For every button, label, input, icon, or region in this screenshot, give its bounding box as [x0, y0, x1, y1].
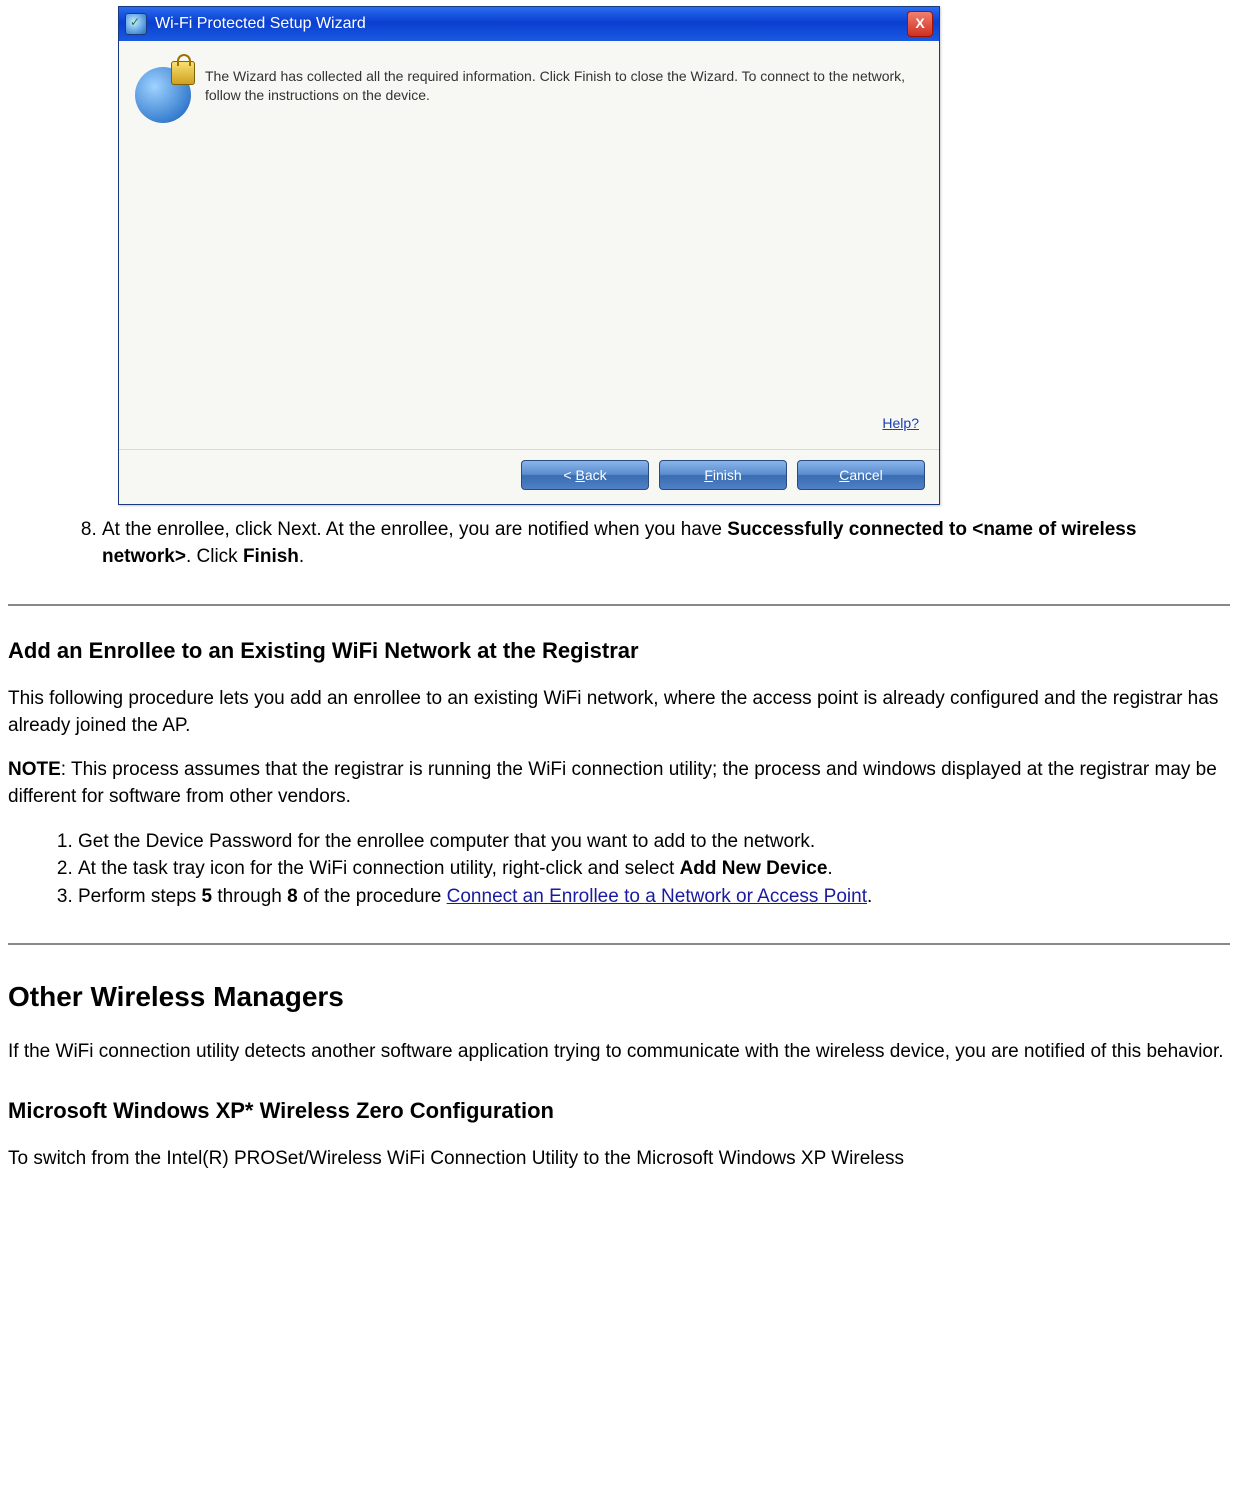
divider-2 [8, 943, 1230, 945]
enrollee-step-2: At the task tray icon for the WiFi conne… [78, 856, 1220, 882]
s3-bold-8: 8 [287, 886, 298, 907]
enrollee-step-3: Perform steps 5 through 8 of the procedu… [78, 884, 1220, 910]
wizard-title-icon [125, 13, 147, 35]
enrollee-step-1: Get the Device Password for the enrollee… [78, 829, 1220, 855]
note-label: NOTE [8, 759, 61, 780]
window-title: Wi-Fi Protected Setup Wizard [155, 15, 907, 33]
step-8: At the enrollee, click Next. At the enro… [102, 517, 1220, 570]
wizard-message: The Wizard has collected all the require… [205, 67, 923, 105]
s2-text-a: At the task tray icon for the WiFi conne… [78, 858, 680, 879]
wzc-heading: Microsoft Windows XP* Wireless Zero Conf… [8, 1098, 1230, 1124]
help-link[interactable]: Help? [882, 415, 919, 431]
note-text: : This process assumes that the registra… [8, 759, 1217, 807]
titlebar: Wi-Fi Protected Setup Wizard X [119, 7, 939, 41]
wizard-body: The Wizard has collected all the require… [119, 41, 939, 449]
divider-1 [8, 604, 1230, 606]
other-managers-heading: Other Wireless Managers [8, 981, 1230, 1013]
step8-text-c: . [299, 546, 304, 567]
connect-enrollee-link[interactable]: Connect an Enrollee to a Network or Acce… [447, 886, 867, 907]
enrollee-heading: Add an Enrollee to an Existing WiFi Netw… [8, 638, 1230, 664]
s3-text-c: . [867, 886, 872, 907]
enrollee-note: NOTE: This process assumes that the regi… [8, 757, 1230, 810]
wizard-window: Wi-Fi Protected Setup Wizard X The Wizar… [118, 6, 940, 505]
s3-mid: through [212, 886, 287, 907]
back-button[interactable]: < Back [521, 460, 649, 490]
s3-text-a: Perform steps [78, 886, 202, 907]
other-managers-para: If the WiFi connection utility detects a… [8, 1039, 1230, 1066]
s3-bold-5: 5 [202, 886, 213, 907]
enrollee-para1: This following procedure lets you add an… [8, 686, 1230, 739]
cancel-button[interactable]: Cancel [797, 460, 925, 490]
s3-text-b: of the procedure [298, 886, 447, 907]
wzc-para: To switch from the Intel(R) PROSet/Wirel… [8, 1146, 1230, 1173]
step8-text-b: . Click [186, 546, 243, 567]
wizard-button-bar: < Back Finish Cancel [119, 449, 939, 504]
s2-bold: Add New Device [680, 858, 828, 879]
wifi-lock-icon [135, 67, 191, 123]
s2-text-b: . [827, 858, 832, 879]
enrollee-steps: Get the Device Password for the enrollee… [56, 829, 1230, 910]
finish-button[interactable]: Finish [659, 460, 787, 490]
close-icon[interactable]: X [907, 11, 933, 37]
step8-text-a: At the enrollee, click Next. At the enro… [102, 519, 727, 540]
step8-bold-b: Finish [243, 546, 299, 567]
wizard-screenshot: Wi-Fi Protected Setup Wizard X The Wizar… [118, 6, 1230, 505]
outer-step-list: At the enrollee, click Next. At the enro… [80, 517, 1230, 570]
